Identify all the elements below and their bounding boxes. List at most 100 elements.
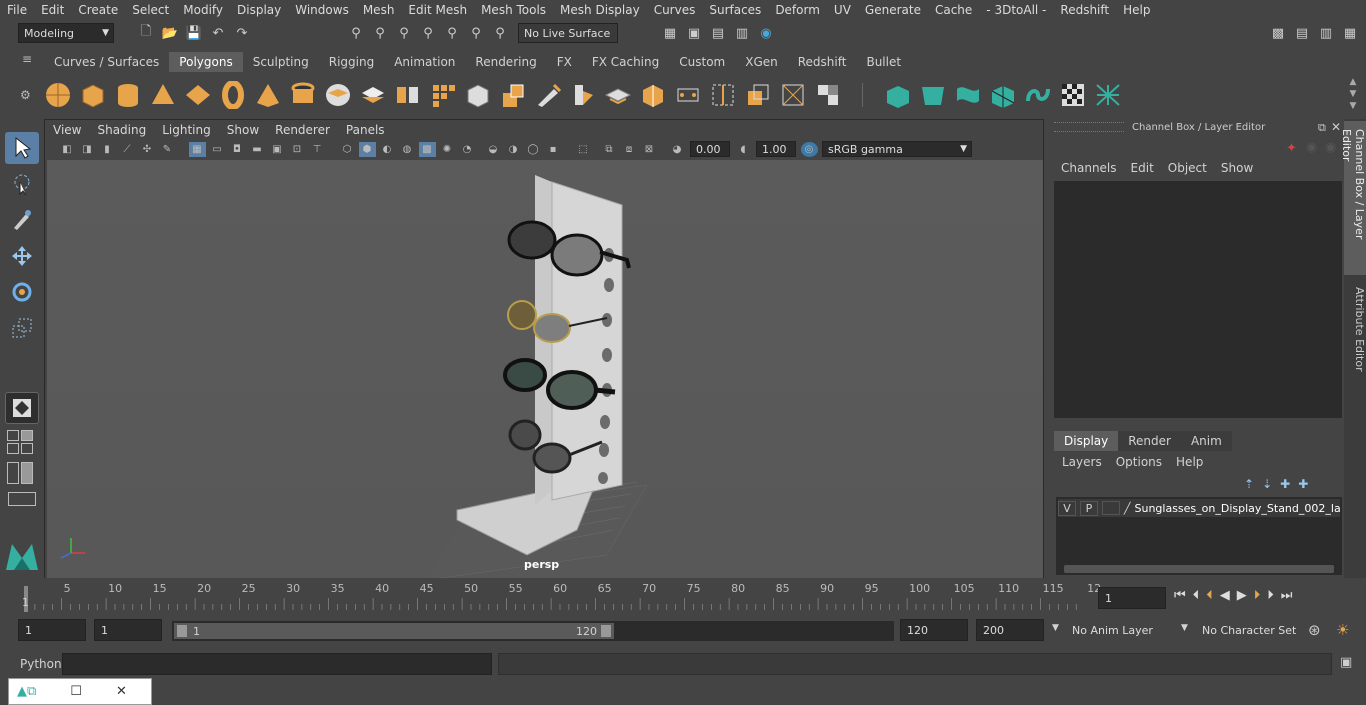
poly-sphere-icon[interactable] bbox=[44, 81, 72, 109]
target-weld-icon[interactable] bbox=[779, 81, 807, 109]
layer-menu-help[interactable]: Help bbox=[1176, 455, 1211, 469]
play-forward-icon[interactable]: ▶ bbox=[1237, 588, 1247, 603]
script-language-label[interactable]: Python bbox=[20, 657, 62, 671]
layout-outliner-icon[interactable] bbox=[7, 462, 19, 484]
snap-point-icon[interactable]: ⚲ bbox=[466, 23, 486, 43]
menu-surfaces[interactable]: Surfaces bbox=[702, 3, 768, 17]
grease-pencil-icon[interactable]: ✎ bbox=[159, 142, 176, 157]
rotate-manip-icon[interactable]: ◉ bbox=[1306, 140, 1317, 155]
tab-channel-box[interactable]: Channel Box / Layer Editor bbox=[1340, 121, 1366, 275]
layout-single-icon[interactable] bbox=[7, 430, 19, 441]
float-icon[interactable]: ⧉ bbox=[1318, 121, 1326, 135]
layer-menu-layers[interactable]: Layers bbox=[1062, 455, 1110, 469]
layer-playback-toggle[interactable]: P bbox=[1079, 500, 1098, 516]
shelf-menu-icon[interactable]: ≡ bbox=[18, 52, 36, 72]
resolution-gate-icon[interactable]: ◘ bbox=[229, 142, 246, 157]
shelf-tab-animation[interactable]: Animation bbox=[384, 52, 465, 72]
isolate-select-icon[interactable]: ⬚ bbox=[575, 142, 592, 157]
viewport-menu-shading[interactable]: Shading bbox=[89, 123, 154, 137]
shelf-tab-custom[interactable]: Custom bbox=[669, 52, 735, 72]
shadows-icon[interactable]: ◔ bbox=[459, 142, 476, 157]
layout-graph-icon[interactable] bbox=[8, 492, 36, 506]
viewport-menu-show[interactable]: Show bbox=[219, 123, 267, 137]
uv-editor-icon[interactable] bbox=[1094, 81, 1122, 109]
scale-manip-icon[interactable]: ◉ bbox=[1325, 140, 1336, 155]
channel-menu-channels[interactable]: Channels bbox=[1054, 161, 1124, 175]
new-scene-icon[interactable]: 🗋 bbox=[136, 23, 156, 43]
motion-blur-icon[interactable]: ◑ bbox=[505, 142, 522, 157]
layout-quad-icon[interactable] bbox=[21, 443, 33, 454]
layout-two-icon[interactable] bbox=[21, 430, 33, 441]
script-editor-icon[interactable]: ▣ bbox=[1340, 655, 1352, 670]
menu-cache[interactable]: Cache bbox=[928, 3, 979, 17]
range-slider-track[interactable]: 1 120 bbox=[172, 621, 894, 641]
xray-components-icon[interactable]: ⊠ bbox=[641, 142, 658, 157]
viewport-menu-renderer[interactable]: Renderer bbox=[267, 123, 338, 137]
uv-auto-icon[interactable] bbox=[989, 81, 1017, 109]
bridge-icon[interactable] bbox=[534, 81, 562, 109]
menu-edit-mesh[interactable]: Edit Mesh bbox=[401, 3, 474, 17]
menu-generate[interactable]: Generate bbox=[858, 3, 928, 17]
toggle-attribute-editor-icon[interactable]: ▤ bbox=[1292, 23, 1312, 43]
camera-attr-icon[interactable]: ◨ bbox=[79, 142, 96, 157]
panel-grip[interactable] bbox=[1054, 122, 1124, 132]
viewport-menu-view[interactable]: View bbox=[45, 123, 89, 137]
lasso-tool-icon[interactable] bbox=[5, 168, 39, 200]
playback-end-field[interactable]: 120 bbox=[900, 619, 968, 641]
ipr-render-icon[interactable]: ▤ bbox=[708, 23, 728, 43]
gamma-icon[interactable]: ◖ bbox=[735, 142, 752, 157]
auto-key-icon[interactable]: ⊛ bbox=[1308, 621, 1321, 639]
default-material-icon[interactable]: ◐ bbox=[379, 142, 396, 157]
play-backward-icon[interactable]: ◀ bbox=[1220, 588, 1230, 603]
select-component-icon[interactable]: ⚲ bbox=[394, 23, 414, 43]
chevron-down-icon[interactable]: ▼ bbox=[1181, 623, 1188, 633]
safe-title-icon[interactable]: ⊤ bbox=[309, 142, 326, 157]
channel-list[interactable] bbox=[1054, 181, 1342, 418]
command-input[interactable] bbox=[62, 653, 492, 675]
uv-checker-icon[interactable] bbox=[1059, 81, 1087, 109]
menu-redshift[interactable]: Redshift bbox=[1053, 3, 1116, 17]
viewport-menu-panels[interactable]: Panels bbox=[338, 123, 393, 137]
offset-edge-loop-icon[interactable] bbox=[744, 81, 772, 109]
anti-aliasing-icon[interactable]: ◯ bbox=[525, 142, 542, 157]
merge-icon[interactable] bbox=[814, 81, 842, 109]
go-to-end-icon[interactable]: ⏭ bbox=[1281, 588, 1293, 603]
poly-cone-icon[interactable] bbox=[149, 81, 177, 109]
layer-visibility-toggle[interactable]: V bbox=[1058, 500, 1076, 516]
menu-mesh-tools[interactable]: Mesh Tools bbox=[474, 3, 553, 17]
menu-mesh[interactable]: Mesh bbox=[356, 3, 402, 17]
range-handle-left[interactable] bbox=[177, 625, 187, 637]
menu-file[interactable]: File bbox=[0, 3, 34, 17]
select-tool-icon[interactable] bbox=[5, 132, 39, 164]
3d-viewport[interactable]: persp bbox=[47, 160, 1043, 581]
uv-planar-icon[interactable] bbox=[884, 81, 912, 109]
time-slider[interactable]: 5 10 15 20 25 30 35 40 45 50 55 60 65 70 75 80 85 90 95 100… bbox=[0, 578, 1366, 614]
move-tool-icon[interactable] bbox=[5, 240, 39, 272]
menu-deform[interactable]: Deform bbox=[768, 3, 827, 17]
menu-display[interactable]: Display bbox=[230, 3, 288, 17]
new-layer-icon[interactable]: ✚ bbox=[1280, 477, 1290, 491]
screen-space-ao-icon[interactable]: ◒ bbox=[485, 142, 502, 157]
shelf-scroll-icon[interactable]: ▲ ▼ ▼ bbox=[1346, 76, 1360, 112]
color-management-icon[interactable]: ◎ bbox=[800, 141, 818, 157]
grid-toggle-icon[interactable]: ▦ bbox=[188, 141, 206, 157]
menu-select[interactable]: Select bbox=[125, 3, 176, 17]
undo-icon[interactable]: ↶ bbox=[208, 23, 228, 43]
channel-menu-object[interactable]: Object bbox=[1161, 161, 1214, 175]
redo-icon[interactable]: ↷ bbox=[232, 23, 252, 43]
menu-windows[interactable]: Windows bbox=[288, 3, 356, 17]
render-view-icon[interactable]: ▦ bbox=[660, 23, 680, 43]
colorspace-dropdown[interactable]: sRGB gamma ▼ bbox=[822, 141, 972, 157]
rotate-tool-icon[interactable] bbox=[5, 276, 39, 308]
field-chart-icon[interactable]: ▣ bbox=[269, 142, 286, 157]
character-set-dropdown[interactable]: No Character Set bbox=[1196, 619, 1300, 641]
shelf-tab-redshift[interactable]: Redshift bbox=[788, 52, 857, 72]
chevron-down-icon[interactable]: ▼ bbox=[1052, 623, 1059, 633]
uv-cylindrical-icon[interactable] bbox=[919, 81, 947, 109]
shelf-tab-rendering[interactable]: Rendering bbox=[465, 52, 546, 72]
depth-of-field-icon[interactable]: ▪ bbox=[545, 142, 562, 157]
menu-mesh-display[interactable]: Mesh Display bbox=[553, 3, 647, 17]
menu-help[interactable]: Help bbox=[1116, 3, 1157, 17]
move-layer-down-icon[interactable]: ⇣ bbox=[1262, 477, 1272, 491]
poly-plane-icon[interactable] bbox=[184, 81, 212, 109]
